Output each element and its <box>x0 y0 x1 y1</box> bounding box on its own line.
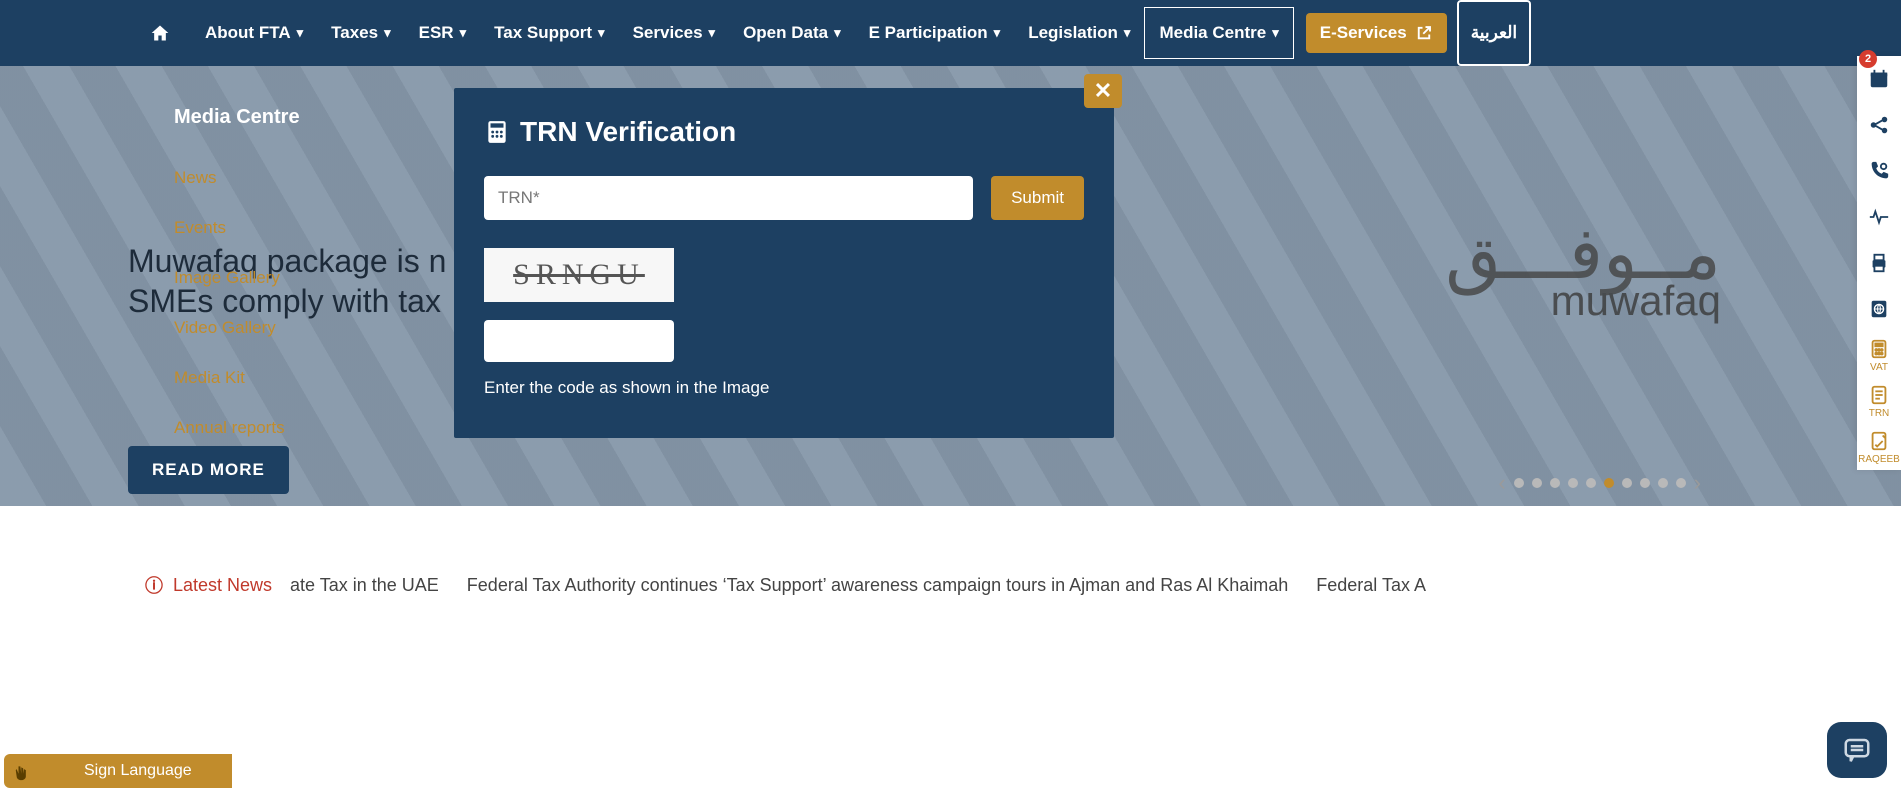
nav-services[interactable]: Services ▾ <box>619 0 729 66</box>
nav-tax-support[interactable]: Tax Support ▾ <box>480 0 618 66</box>
dropdown-title: Media Centre <box>128 100 438 153</box>
info-icon: ⓘ <box>145 572 163 598</box>
chevron-down-icon: ▾ <box>598 25 605 41</box>
nav-legislation[interactable]: Legislation ▾ <box>1014 0 1144 66</box>
read-more-button[interactable]: READ MORE <box>128 446 289 494</box>
close-button[interactable]: ✕ <box>1084 74 1122 108</box>
chevron-down-icon: ▾ <box>709 25 716 41</box>
nav-label: Services <box>633 23 703 43</box>
chevron-down-icon: ▾ <box>1124 25 1131 41</box>
rail-vat[interactable]: VAT <box>1857 332 1901 378</box>
sign-language-button[interactable]: Sign Language <box>4 754 232 788</box>
modal-title-text: TRN Verification <box>520 116 736 148</box>
nav-label: E Participation <box>869 23 988 43</box>
carousel-dot[interactable] <box>1532 478 1542 488</box>
read-more-label: READ MORE <box>152 460 265 479</box>
language-arabic-button[interactable]: العربية <box>1457 0 1531 66</box>
rail-print[interactable] <box>1857 240 1901 286</box>
external-link-icon <box>1415 24 1433 42</box>
nav-label: ESR <box>419 23 454 43</box>
carousel-next-icon[interactable]: › <box>1694 470 1701 496</box>
dropdown-item-news[interactable]: News <box>174 153 392 203</box>
rail-vat-label: VAT <box>1870 362 1888 373</box>
dropdown-item-events[interactable]: Events <box>174 203 392 253</box>
arabic-label: العربية <box>1471 23 1517 43</box>
sign-language-icon <box>4 754 44 788</box>
carousel-prev-icon[interactable]: ‹ <box>1498 470 1505 496</box>
nav-open-data[interactable]: Open Data ▾ <box>729 0 855 66</box>
dropdown-item-video-gallery[interactable]: Video Gallery <box>174 303 392 353</box>
nav-media-centre[interactable]: Media Centre ▾ <box>1144 7 1293 59</box>
latest-news-bar: ⓘ Latest News ate Tax in the UAE Federal… <box>0 572 1901 598</box>
nav-about-fta[interactable]: About FTA ▾ <box>191 0 317 66</box>
captcha-input[interactable] <box>484 320 674 362</box>
carousel-dot-active[interactable] <box>1604 478 1614 488</box>
chevron-down-icon: ▾ <box>460 25 467 41</box>
dropdown-item-media-kit[interactable]: Media Kit <box>174 353 392 403</box>
nav-e-participation[interactable]: E Participation ▾ <box>855 0 1015 66</box>
carousel-dot[interactable] <box>1514 478 1524 488</box>
chevron-down-icon: ▾ <box>994 25 1001 41</box>
modal-title: TRN Verification <box>484 116 1084 148</box>
media-centre-dropdown: Media Centre News Events Image Gallery V… <box>128 66 438 453</box>
eservices-label: E-Services <box>1320 23 1407 43</box>
close-icon: ✕ <box>1094 78 1112 104</box>
trn-input[interactable] <box>484 176 973 220</box>
carousel-dot[interactable] <box>1676 478 1686 488</box>
home-icon[interactable] <box>135 0 191 66</box>
carousel-dot[interactable] <box>1550 478 1560 488</box>
latest-news-label: Latest News <box>173 575 272 596</box>
rail-calendar[interactable]: 2 <box>1857 56 1901 102</box>
carousel-dot[interactable] <box>1586 478 1596 488</box>
carousel-dot[interactable] <box>1658 478 1668 488</box>
nav-label: Tax Support <box>494 23 592 43</box>
main-navbar: About FTA ▾ Taxes ▾ ESR ▾ Tax Support ▾ Serv… <box>0 0 1901 66</box>
captcha-instruction: Enter the code as shown in the Image <box>484 378 1084 398</box>
captcha-image: SRNGU <box>484 248 674 302</box>
chat-button[interactable] <box>1827 722 1887 778</box>
chevron-down-icon: ▾ <box>297 25 304 41</box>
chevron-down-icon: ▾ <box>834 25 841 41</box>
rail-atlas[interactable] <box>1857 286 1901 332</box>
rail-trn-label: TRN <box>1869 408 1890 419</box>
rail-trn[interactable]: TRN <box>1857 378 1901 424</box>
nav-label: Open Data <box>743 23 828 43</box>
nav-label: Media Centre <box>1159 23 1266 43</box>
submit-button[interactable]: Submit <box>991 176 1084 220</box>
carousel-dot[interactable] <box>1622 478 1632 488</box>
chevron-down-icon: ▾ <box>1272 25 1279 41</box>
dropdown-item-image-gallery[interactable]: Image Gallery <box>174 253 392 303</box>
carousel-nav: ‹ › <box>1498 470 1701 496</box>
news-ticker[interactable]: ate Tax in the UAE Federal Tax Authority… <box>290 575 1426 596</box>
rail-phone[interactable] <box>1857 148 1901 194</box>
rail-raqeeb-label: RAQEEB <box>1858 454 1900 465</box>
nav-esr[interactable]: ESR ▾ <box>405 0 481 66</box>
muwafaq-arabic: مــوفـــق <box>1445 226 1721 284</box>
sign-language-label: Sign Language <box>44 754 232 788</box>
nav-taxes[interactable]: Taxes ▾ <box>317 0 404 66</box>
rail-pulse[interactable] <box>1857 194 1901 240</box>
calculator-icon <box>484 119 510 145</box>
nav-label: About FTA <box>205 23 291 43</box>
notification-badge: 2 <box>1859 50 1877 68</box>
chevron-down-icon: ▾ <box>384 25 391 41</box>
side-rail: 2 VAT TRN RAQEEB <box>1857 56 1901 470</box>
muwafaq-logo: مــوفـــق muwafaq <box>1445 226 1721 317</box>
nav-label: Legislation <box>1028 23 1118 43</box>
rail-raqeeb[interactable]: RAQEEB <box>1857 424 1901 470</box>
carousel-dot[interactable] <box>1640 478 1650 488</box>
rail-share[interactable] <box>1857 102 1901 148</box>
nav-label: Taxes <box>331 23 378 43</box>
eservices-button[interactable]: E-Services <box>1306 13 1447 53</box>
trn-verification-modal: ✕ TRN Verification Submit SRNGU Enter th… <box>454 88 1114 438</box>
carousel-dot[interactable] <box>1568 478 1578 488</box>
dropdown-item-annual-reports[interactable]: Annual reports <box>174 403 392 453</box>
